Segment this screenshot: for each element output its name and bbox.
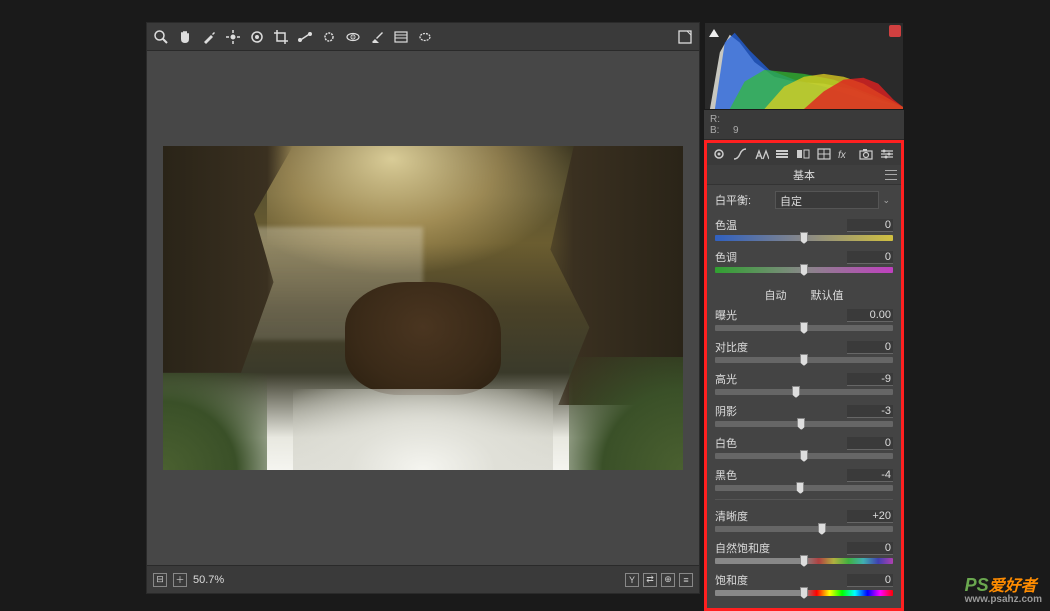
default-button[interactable]: 默认值 — [811, 287, 844, 303]
zoom-level[interactable]: 50.7% — [193, 574, 224, 586]
auto-button[interactable]: 自动 — [765, 287, 787, 303]
image-preview — [163, 146, 683, 470]
basic-panel: fx 基本 白平衡: 自定 ⌄ 色温0 — [707, 143, 901, 608]
whites-slider[interactable] — [715, 453, 893, 459]
shadows-value[interactable]: -3 — [847, 405, 893, 418]
camera-tab-icon[interactable] — [858, 147, 874, 161]
watermark: PS爱好者 www.psahz.com — [965, 572, 1042, 605]
saturation-value[interactable]: 0 — [847, 574, 893, 587]
lens-tab-icon[interactable] — [816, 147, 832, 161]
presets-tab-icon[interactable] — [879, 147, 895, 161]
exposure-value[interactable]: 0.00 — [847, 309, 893, 322]
blacks-slider[interactable] — [715, 485, 893, 491]
rgb-readout: R: B: 9 — [704, 110, 904, 140]
grid-toggle-icon[interactable]: ⊟ — [153, 573, 167, 587]
blacks-value[interactable]: -4 — [847, 469, 893, 482]
crop-tool-icon[interactable] — [273, 29, 289, 45]
r-label: R: — [710, 114, 720, 125]
expand-icon[interactable]: ＋ — [173, 573, 187, 587]
spot-removal-icon[interactable] — [321, 29, 337, 45]
shadow-clip-icon[interactable] — [707, 25, 721, 39]
hand-tool-icon[interactable] — [177, 29, 193, 45]
zoom-tool-icon[interactable] — [153, 29, 169, 45]
whites-label: 白色 — [715, 435, 847, 451]
temp-value[interactable]: 0 — [847, 219, 893, 232]
adjustment-brush-icon[interactable] — [369, 29, 385, 45]
white-balance-tool-icon[interactable] — [201, 29, 217, 45]
preferences-icon[interactable] — [677, 29, 693, 45]
shadows-slider[interactable] — [715, 421, 893, 427]
tint-label: 色调 — [715, 249, 847, 265]
bottom-bar: ⊟ ＋ 50.7% Y ⇄ ⊕ ≡ — [147, 565, 699, 593]
highlights-label: 高光 — [715, 371, 847, 387]
color-sampler-icon[interactable] — [225, 29, 241, 45]
basic-panel-highlight: fx 基本 白平衡: 自定 ⌄ 色温0 — [704, 140, 904, 611]
highlight-clip-icon[interactable] — [889, 25, 901, 37]
blacks-label: 黑色 — [715, 467, 847, 483]
saturation-label: 饱和度 — [715, 572, 847, 588]
svg-text:fx: fx — [838, 150, 847, 161]
highlights-value[interactable]: -9 — [847, 373, 893, 386]
detail-tab-icon[interactable] — [753, 147, 769, 161]
contrast-value[interactable]: 0 — [847, 341, 893, 354]
chevron-down-icon[interactable]: ⌄ — [879, 195, 893, 206]
copy-settings-icon[interactable]: ⊕ — [661, 573, 675, 587]
radial-filter-icon[interactable] — [417, 29, 433, 45]
b-value: 9 — [733, 125, 739, 136]
saturation-slider[interactable] — [715, 590, 893, 596]
histogram[interactable] — [704, 22, 904, 110]
panel-menu-icon[interactable] — [885, 170, 897, 180]
vibrance-label: 自然饱和度 — [715, 540, 847, 556]
whites-value[interactable]: 0 — [847, 437, 893, 450]
clarity-label: 清晰度 — [715, 508, 847, 524]
fx-tab-icon[interactable]: fx — [837, 147, 853, 161]
before-after-icon[interactable]: Y — [625, 573, 639, 587]
highlights-slider[interactable] — [715, 389, 893, 395]
temp-slider[interactable] — [715, 235, 893, 241]
split-tone-tab-icon[interactable] — [795, 147, 811, 161]
clarity-slider[interactable] — [715, 526, 893, 532]
redeye-tool-icon[interactable] — [345, 29, 361, 45]
straighten-tool-icon[interactable] — [297, 29, 313, 45]
tint-slider[interactable] — [715, 267, 893, 273]
shadows-label: 阴影 — [715, 403, 847, 419]
editor-main: ⊟ ＋ 50.7% Y ⇄ ⊕ ≡ — [146, 22, 700, 594]
clarity-value[interactable]: +20 — [847, 510, 893, 523]
target-adjust-icon[interactable] — [249, 29, 265, 45]
menu-icon[interactable]: ≡ — [679, 573, 693, 587]
top-toolbar — [147, 23, 699, 51]
basic-tab-icon[interactable] — [711, 147, 727, 161]
graduated-filter-icon[interactable] — [393, 29, 409, 45]
exposure-label: 曝光 — [715, 307, 847, 323]
wb-label: 白平衡: — [715, 192, 775, 208]
wb-select[interactable]: 自定 — [775, 191, 879, 209]
exposure-slider[interactable] — [715, 325, 893, 331]
vibrance-value[interactable]: 0 — [847, 542, 893, 555]
curve-tab-icon[interactable] — [732, 147, 748, 161]
contrast-label: 对比度 — [715, 339, 847, 355]
panel-title: 基本 — [707, 165, 901, 185]
right-column: R: B: 9 fx 基本 白平 — [704, 22, 904, 611]
tint-value[interactable]: 0 — [847, 251, 893, 264]
hsl-tab-icon[interactable] — [774, 147, 790, 161]
b-label: B: — [710, 125, 719, 136]
panel-tabs: fx — [707, 143, 901, 165]
vibrance-slider[interactable] — [715, 558, 893, 564]
image-canvas[interactable] — [147, 51, 699, 565]
contrast-slider[interactable] — [715, 357, 893, 363]
temp-label: 色温 — [715, 217, 847, 233]
swap-icon[interactable]: ⇄ — [643, 573, 657, 587]
